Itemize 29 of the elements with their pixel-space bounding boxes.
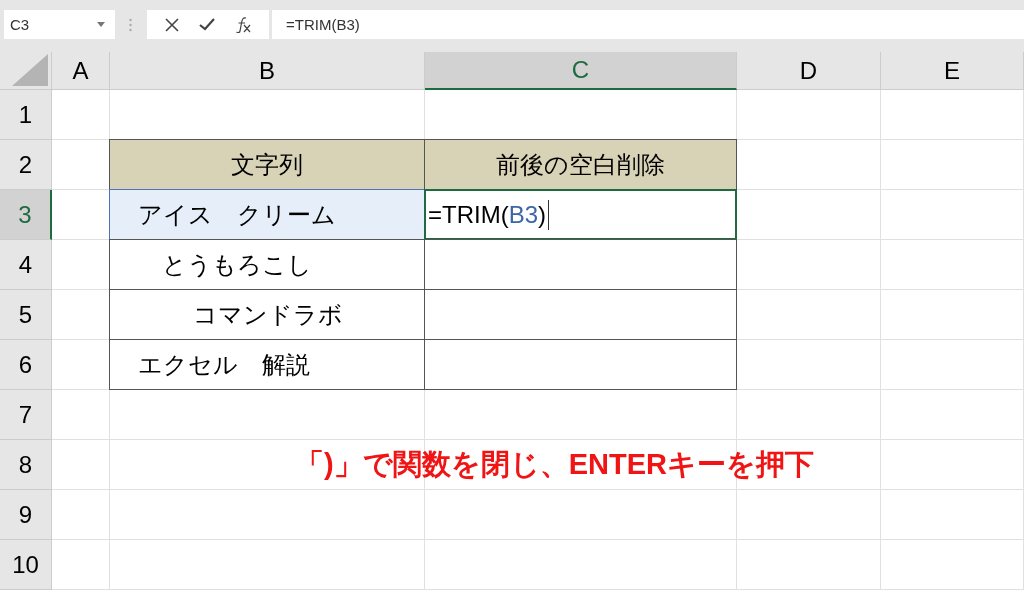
row-header[interactable]: 10: [0, 540, 52, 590]
row-header[interactable]: 4: [0, 240, 52, 290]
row-header[interactable]: 7: [0, 390, 52, 440]
column-header[interactable]: B: [110, 52, 425, 90]
name-box[interactable]: C3: [4, 10, 115, 39]
formula-field[interactable]: =TRIM(B3): [272, 10, 1024, 39]
table-cell: アイス クリーム: [109, 189, 425, 240]
row-header[interactable]: 6: [0, 340, 52, 390]
active-cell[interactable]: =TRIM(B3): [424, 189, 737, 240]
row-header[interactable]: 8: [0, 440, 52, 490]
close-icon[interactable]: [165, 17, 179, 32]
checkmark-icon[interactable]: [199, 18, 215, 31]
row-header[interactable]: 3: [0, 190, 52, 240]
column-header[interactable]: C: [425, 52, 737, 90]
grip-icon: [129, 18, 132, 32]
dropdown-icon: [97, 22, 105, 27]
row-header[interactable]: 5: [0, 290, 52, 340]
column-header[interactable]: E: [881, 52, 1024, 90]
annotation-text: 「)」で関数を閉じ、ENTERキーを押下: [295, 447, 814, 482]
row-header[interactable]: 9: [0, 490, 52, 540]
table-cell: とうもろこし: [109, 239, 425, 290]
column-header[interactable]: D: [737, 52, 881, 90]
function-icon[interactable]: [235, 16, 251, 33]
column-header[interactable]: A: [52, 52, 110, 90]
table-cell: エクセル 解説: [109, 339, 425, 390]
table-header: 前後の空白削除: [424, 139, 737, 190]
row-header[interactable]: 2: [0, 140, 52, 190]
table-header: 文字列: [109, 139, 425, 190]
row-header[interactable]: 1: [0, 90, 52, 140]
